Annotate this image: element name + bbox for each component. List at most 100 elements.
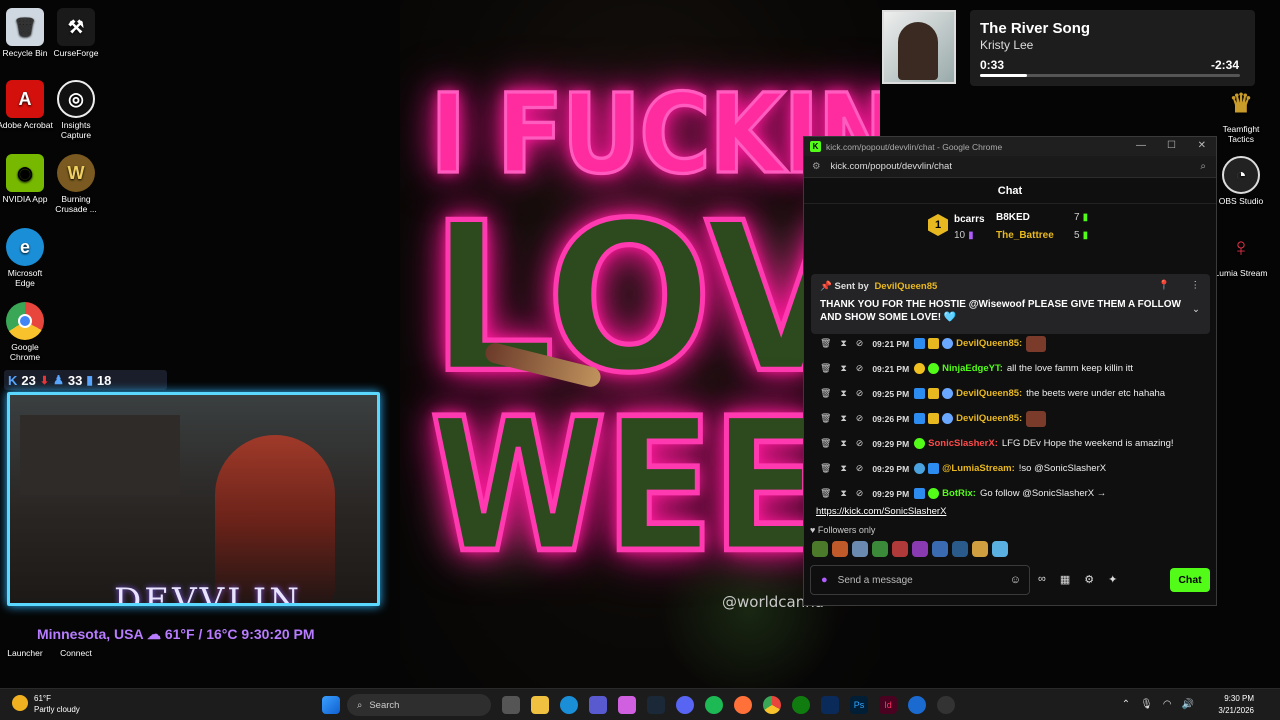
chevron-up-icon[interactable]: ⌃: [1122, 699, 1130, 710]
timeout-icon[interactable]: ⧗: [840, 438, 846, 449]
task-view-icon[interactable]: [502, 696, 520, 714]
chat-message[interactable]: 🗑 ⧗ ⊘ 09:29 PM SonicSlasherX: LFG DEv Hope…: [804, 431, 1216, 456]
delete-icon[interactable]: 🗑: [820, 463, 831, 474]
desktop-icon-nvidia[interactable]: ◉ NVIDIA App: [0, 154, 53, 204]
site-info-icon[interactable]: ⚙: [812, 161, 821, 172]
delete-icon[interactable]: 🗑: [820, 338, 831, 349]
zoom-icon[interactable]: ⌕: [1200, 161, 1206, 172]
emote-icon[interactable]: [912, 541, 928, 557]
maximize-button[interactable]: ☐: [1167, 140, 1176, 151]
volume-icon[interactable]: 🔊: [1182, 699, 1194, 710]
store-icon[interactable]: ▦: [1060, 573, 1070, 586]
message-user[interactable]: @LumiaStream:: [942, 463, 1015, 474]
ban-icon[interactable]: ⊘: [856, 363, 864, 374]
message-user[interactable]: BotRix:: [942, 488, 976, 499]
desktop-icon-launcher[interactable]: Launcher: [0, 648, 53, 658]
more-options-icon[interactable]: ⋮: [1191, 280, 1201, 291]
message-user[interactable]: DevilQueen85:: [956, 413, 1022, 424]
ban-icon[interactable]: ⊘: [856, 463, 864, 474]
copilot-icon[interactable]: [618, 696, 636, 714]
discord-icon[interactable]: [676, 696, 694, 714]
emote-icon[interactable]: [872, 541, 888, 557]
mic-tray-icon[interactable]: 🎙: [1140, 699, 1153, 710]
media-app-icon[interactable]: [821, 696, 839, 714]
emoji-icon[interactable]: ☺: [1010, 574, 1021, 586]
chrome-taskbar-icon[interactable]: [763, 696, 781, 714]
emote-icon[interactable]: [992, 541, 1008, 557]
message-user[interactable]: DevilQueen85:: [956, 338, 1022, 349]
firefox-icon[interactable]: [734, 696, 752, 714]
ban-icon[interactable]: ⊘: [856, 438, 864, 449]
store-taskbar-icon[interactable]: [589, 696, 607, 714]
desktop-icon-burning-crusade[interactable]: W Burning Crusade ...: [48, 154, 104, 214]
taskbar-search[interactable]: ⌕ Search: [347, 694, 491, 716]
emote-icon[interactable]: [892, 541, 908, 557]
emote-icon[interactable]: [812, 541, 828, 557]
xbox-icon[interactable]: [792, 696, 810, 714]
close-button[interactable]: ✕: [1198, 140, 1206, 151]
desktop-icon-chrome[interactable]: Google Chrome: [0, 302, 53, 362]
emote-icon[interactable]: [952, 541, 968, 557]
desktop-icon-tft[interactable]: ♛ Teamfight Tactics: [1213, 84, 1269, 144]
emote-icon[interactable]: [852, 541, 868, 557]
chat-message[interactable]: 🗑 ⧗ ⊘ 09:26 PM DevilQueen85:: [804, 406, 1216, 431]
chat-message[interactable]: 🗑 ⧗ ⊘ 09:29 PM @LumiaStream: !so @SonicSla…: [804, 456, 1216, 481]
wifi-icon[interactable]: ◠: [1163, 699, 1172, 710]
chat-link[interactable]: https://kick.com/SonicSlasherX: [804, 506, 1216, 522]
timeout-icon[interactable]: ⧗: [840, 388, 846, 399]
message-user[interactable]: SonicSlasherX:: [928, 438, 998, 449]
ban-icon[interactable]: ⊘: [856, 488, 864, 499]
spotify-icon[interactable]: [705, 696, 723, 714]
desktop-icon-obs[interactable]: ◔ OBS Studio: [1213, 156, 1269, 206]
settings-icon[interactable]: ⚙: [1084, 573, 1094, 586]
ban-icon[interactable]: ⊘: [856, 413, 864, 424]
leader-second-name[interactable]: B8KED: [996, 212, 1030, 223]
indesign-icon[interactable]: Id: [879, 696, 897, 714]
desktop-icon-lumia[interactable]: ♀ Lumia Stream: [1213, 228, 1269, 278]
desktop-icon-recycle-bin[interactable]: 🗑 Recycle Bin: [0, 8, 53, 58]
delete-icon[interactable]: 🗑: [820, 413, 831, 424]
desktop-icon-insights-capture[interactable]: ◎ Insights Capture: [48, 80, 104, 140]
message-user[interactable]: DevilQueen85:: [956, 388, 1022, 399]
infinity-icon[interactable]: ∞: [1038, 573, 1046, 586]
obs-taskbar-icon[interactable]: [937, 696, 955, 714]
message-input[interactable]: ● Send a message ☺: [810, 565, 1030, 595]
photoshop-icon[interactable]: Ps: [850, 696, 868, 714]
chat-message[interactable]: 🗑 ⧗ ⊘ 09:21 PM NinjaEdgeYT: all the love f…: [804, 356, 1216, 381]
start-button-icon[interactable]: [322, 696, 340, 714]
desktop-icon-edge[interactable]: e Microsoft Edge: [0, 228, 53, 288]
ban-icon[interactable]: ⊘: [856, 338, 864, 349]
leader-first-name[interactable]: bcarrs: [954, 214, 985, 225]
send-chat-button[interactable]: Chat: [1170, 568, 1210, 592]
chat-message[interactable]: 🗑 ⧗ ⊘ 09:25 PM DevilQueen85: the beets wer…: [804, 381, 1216, 406]
unpin-icon[interactable]: 📍: [1158, 280, 1170, 291]
media-player-widget[interactable]: The River Song Kristy Lee 0:33 -2:34: [880, 6, 1255, 86]
media-progress-bar[interactable]: [980, 74, 1240, 77]
app-icon[interactable]: [908, 696, 926, 714]
window-titlebar[interactable]: K kick.com/popout/devvlin/chat - Google …: [804, 137, 1216, 156]
timeout-icon[interactable]: ⧗: [840, 338, 846, 349]
desktop-icon-acrobat[interactable]: A Adobe Acrobat: [0, 80, 53, 130]
desktop-icon-curseforge[interactable]: ⚒ CurseForge: [48, 8, 104, 58]
timeout-icon[interactable]: ⧗: [840, 463, 846, 474]
delete-icon[interactable]: 🗑: [820, 363, 831, 374]
chat-message[interactable]: 🗑 ⧗ ⊘ 09:29 PM BotRix: Go follow @SonicSla…: [804, 481, 1216, 506]
chevron-down-icon[interactable]: ⌄: [1192, 304, 1200, 315]
emote-icon[interactable]: [832, 541, 848, 557]
file-explorer-icon[interactable]: [531, 696, 549, 714]
edge-taskbar-icon[interactable]: [560, 696, 578, 714]
emote-icon[interactable]: [932, 541, 948, 557]
timeout-icon[interactable]: ⧗: [840, 488, 846, 499]
minimize-button[interactable]: —: [1136, 140, 1146, 151]
microphone-icon[interactable]: ●: [821, 574, 828, 586]
taskbar-weather[interactable]: 61°F Partly cloudy: [12, 693, 80, 715]
pinned-message[interactable]: 📌 Sent by DevilQueen85 THANK YOU FOR THE…: [811, 274, 1210, 334]
leader-third-name[interactable]: The_Battree: [996, 230, 1054, 241]
address-bar[interactable]: ⚙ kick.com/popout/devvlin/chat ⌕: [804, 156, 1216, 178]
desktop-icon-connect[interactable]: Connect: [48, 648, 104, 658]
chat-message[interactable]: 🗑 ⧗ ⊘ 09:21 PM DevilQueen85:: [804, 331, 1216, 356]
emote-icon[interactable]: [972, 541, 988, 557]
timeout-icon[interactable]: ⧗: [840, 363, 846, 374]
steam-icon[interactable]: [647, 696, 665, 714]
delete-icon[interactable]: 🗑: [820, 488, 831, 499]
